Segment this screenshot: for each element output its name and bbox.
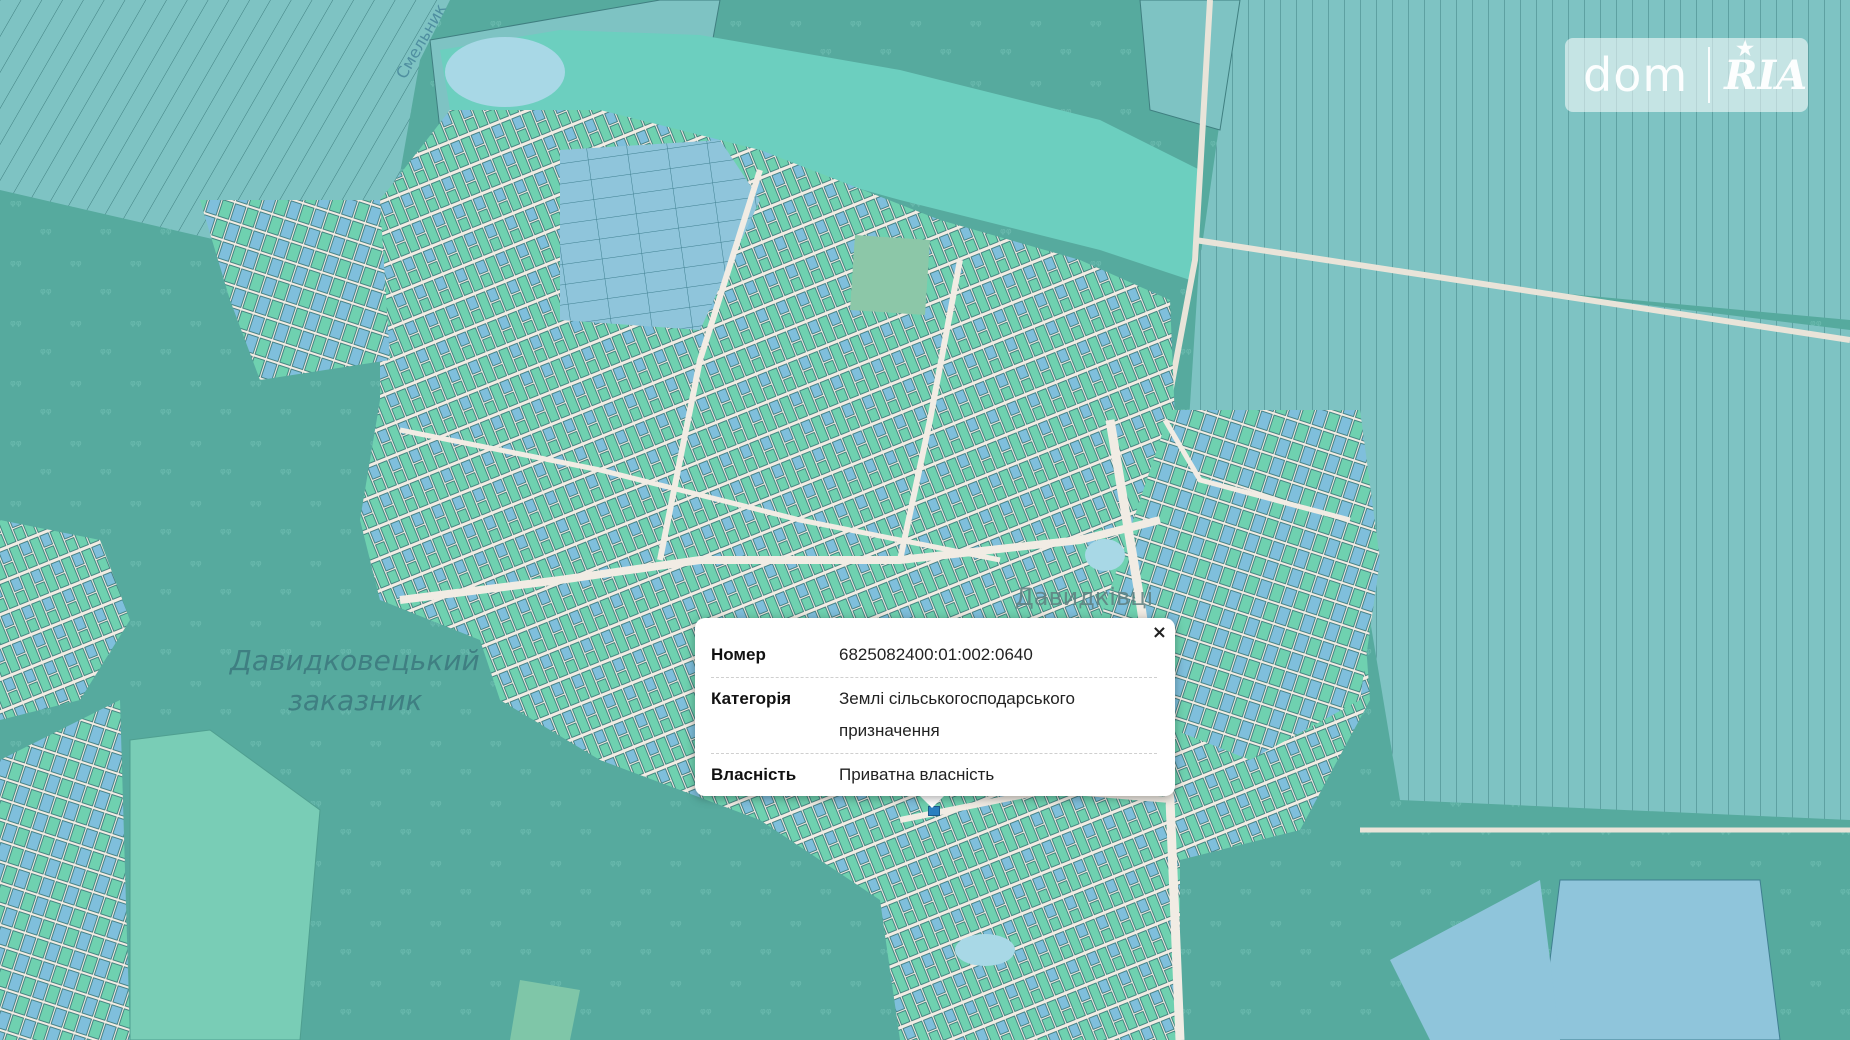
logo-ria-text: ★ RIA (1724, 36, 1807, 99)
close-icon[interactable]: × (1152, 624, 1167, 642)
parcel-info-popup: × Номер 6825082400:01:002:0640 Категорія… (695, 618, 1175, 796)
popup-key: Категорія (711, 689, 792, 708)
reserve-label-line2: заказник (288, 684, 423, 717)
popup-row-number: Номер 6825082400:01:002:0640 (711, 634, 1157, 678)
popup-key: Власність (711, 765, 797, 784)
map-canvas[interactable]: ᵠᵠ ᵠᵠ (0, 0, 1850, 1040)
popup-row-category: Категорія Землі сільськогосподарського п… (711, 678, 1157, 754)
popup-key: Номер (711, 645, 766, 664)
industrial-area (1539, 879, 1781, 1040)
park (850, 235, 930, 315)
logo-dom-text: dom (1583, 48, 1689, 102)
popup-value: Землі сільськогосподарського призначення (839, 689, 1075, 740)
logo-separator (1708, 47, 1711, 103)
popup-value: 6825082400:01:002:0640 (839, 645, 1033, 664)
lake (445, 37, 565, 107)
domria-logo[interactable]: dom ★ RIA (1565, 36, 1808, 112)
cadastral-map[interactable]: ᵠᵠ ᵠᵠ (0, 0, 1850, 1040)
village-label: Давидківці (1015, 583, 1153, 611)
popup-value: Приватна власність (839, 765, 995, 784)
star-icon: ★ (1736, 35, 1755, 60)
popup-row-ownership: Власність Приватна власність (711, 754, 1157, 797)
reserve-label-line1: Давидковецький (228, 644, 480, 677)
